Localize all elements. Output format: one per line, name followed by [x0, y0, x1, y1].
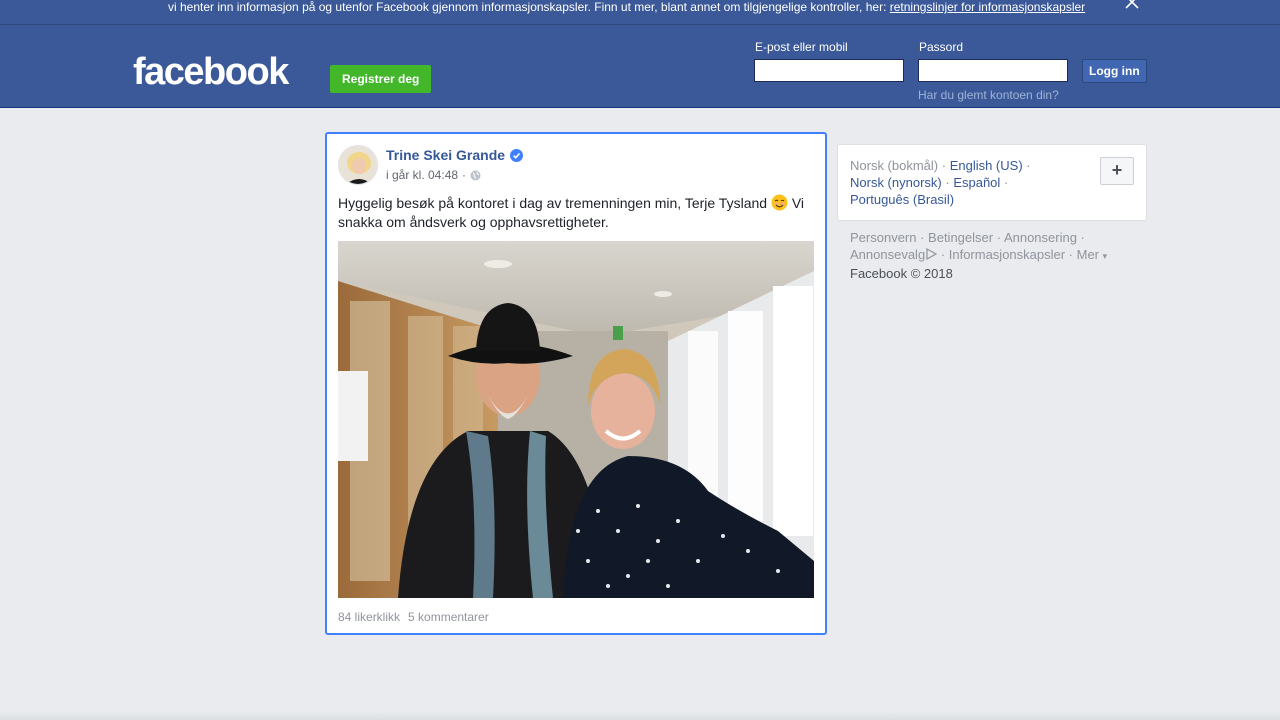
post-text-part-1: Hyggelig besøk på kontoret i dag av trem…	[338, 195, 771, 211]
lang-separator: ·	[1022, 158, 1031, 173]
post-author-row: Trine Skei Grande	[386, 147, 524, 163]
meta-separator: ·	[462, 168, 467, 182]
chevron-down-icon: ▾	[1102, 251, 1108, 261]
language-list: Norsk (bokmål) · English (US) · Norsk (n…	[850, 157, 1050, 208]
lang-separator: ·	[1000, 175, 1009, 190]
footer-link-betingelser[interactable]: Betingelser	[928, 230, 993, 245]
cookie-banner-text: vi henter inn informasjon på og utenfor …	[168, 0, 1085, 14]
post-stats: 84 likerklikk 5 kommentarer	[338, 610, 489, 624]
language-selector: Norsk (bokmål) · English (US) · Norsk (n…	[837, 144, 1147, 221]
post-text: Hyggelig besøk på kontoret i dag av trem…	[338, 194, 814, 232]
page-bottom-edge	[0, 712, 1280, 720]
language-english-us[interactable]: English (US)	[950, 158, 1023, 173]
language-portugues-brasil[interactable]: Português (Brasil)	[850, 192, 954, 207]
comments-count[interactable]: 5 kommentarer	[408, 610, 489, 624]
post-card: Trine Skei Grande i går kl. 04:48 · Hygg…	[325, 132, 827, 635]
email-label: E-post eller mobil	[755, 40, 848, 54]
cookie-banner-message: vi henter inn informasjon på og utenfor …	[168, 0, 890, 14]
cookie-policy-link[interactable]: retningslinjer for informasjonskapsler	[890, 0, 1085, 14]
post-timestamp[interactable]: i går kl. 04:48	[386, 168, 458, 182]
forgot-account-link[interactable]: Har du glemt kontoen din?	[918, 88, 1059, 102]
likes-count[interactable]: 84 likerklikk	[338, 610, 400, 624]
avatar-image	[339, 146, 377, 184]
adchoices-icon	[926, 248, 938, 260]
post-author-name[interactable]: Trine Skei Grande	[386, 147, 505, 163]
globe-icon	[470, 170, 481, 180]
lang-separator: ·	[938, 158, 950, 173]
copyright: Facebook © 2018	[850, 266, 953, 281]
email-field[interactable]	[754, 59, 904, 82]
login-button[interactable]: Logg inn	[1082, 59, 1147, 83]
smiling-face-emoji-icon	[771, 194, 788, 211]
post-photo-image	[338, 241, 814, 598]
plus-icon[interactable]: +	[1100, 157, 1134, 185]
post-photo[interactable]	[338, 241, 814, 598]
site-header: facebook Registrer deg E-post eller mobi…	[0, 25, 1280, 108]
language-norsk-nynorsk[interactable]: Norsk (nynorsk)	[850, 175, 942, 190]
lang-separator: ·	[941, 175, 954, 190]
password-field[interactable]	[918, 59, 1068, 82]
footer-link-informasjonskapsler[interactable]: Informasjonskapsler	[949, 247, 1065, 262]
avatar[interactable]	[338, 145, 378, 185]
footer-link-personvern[interactable]: Personvern	[850, 230, 916, 245]
verified-badge-icon	[510, 148, 524, 162]
register-button[interactable]: Registrer deg	[330, 65, 432, 93]
cookie-banner: vi henter inn informasjon på og utenfor …	[0, 0, 1280, 25]
footer-link-annonsevalg[interactable]: Annonsevalg	[850, 247, 925, 262]
post-meta: i går kl. 04:48 ·	[386, 168, 481, 182]
password-label: Passord	[919, 40, 964, 54]
footer-link-annonsering[interactable]: Annonsering	[1004, 230, 1077, 245]
footer-link-mer[interactable]: Mer	[1077, 247, 1099, 262]
close-icon[interactable]	[1124, 0, 1140, 10]
facebook-logo[interactable]: facebook	[133, 49, 289, 95]
language-current: Norsk (bokmål)	[850, 158, 939, 173]
footer-links: Personvern · Betingelser · Annonsering ·…	[850, 229, 1140, 282]
language-espanol[interactable]: Español	[953, 175, 1000, 190]
